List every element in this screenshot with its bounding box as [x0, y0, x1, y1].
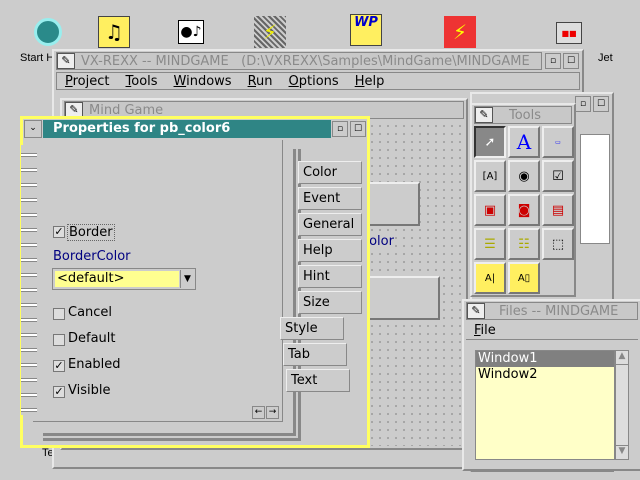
files-title-bar[interactable]: ✎ Files -- MINDGAME	[466, 302, 638, 320]
tab-color[interactable]: Color	[298, 161, 362, 184]
main-menubar: Project Tools Windows Run Options Help	[56, 72, 580, 90]
border-color-label: BorderColor	[53, 249, 131, 264]
start-here-icon[interactable]	[32, 16, 64, 48]
tools-title-bar[interactable]: ✎ Tools	[474, 106, 572, 124]
bg-minimize-button[interactable]: ▫	[575, 96, 591, 112]
bg-maximize-button[interactable]: ☐	[593, 96, 609, 112]
files-menubar: File	[466, 322, 638, 340]
canvas-push-button-2[interactable]: s	[360, 276, 440, 320]
properties-window: ⌄ Properties for pb_color6 ▫ ☐ ✓ Border …	[20, 116, 370, 448]
combobox-tool[interactable]: ☷	[508, 228, 540, 260]
combobox-dropdown-arrow[interactable]: ▼	[180, 270, 194, 288]
wp-folder-icon[interactable]: WP	[350, 14, 382, 46]
picture-tool[interactable]: ▤	[542, 194, 574, 226]
scroll-up-arrow[interactable]: ▲	[616, 351, 628, 365]
tab-text[interactable]: Text	[286, 369, 350, 392]
menu-run[interactable]: Run	[248, 74, 273, 89]
picture-button-tool[interactable]: ▣	[474, 194, 506, 226]
files-scrollbar[interactable]: ▲ ▼	[615, 350, 629, 460]
enabled-checkbox[interactable]: ✓	[53, 360, 65, 372]
menu-help[interactable]: Help	[355, 74, 385, 89]
spin-tool[interactable]: A▯	[508, 262, 540, 294]
listbox-tool[interactable]: ☰	[474, 228, 506, 260]
visible-checkbox[interactable]: ✓	[53, 386, 65, 398]
properties-system-menu[interactable]: ⌄	[24, 120, 42, 138]
menu-tools[interactable]: Tools	[126, 74, 158, 89]
border-color-value[interactable]: <default>	[55, 271, 179, 287]
default-checkbox[interactable]	[53, 334, 65, 346]
system-menu-icon[interactable]: ✎	[475, 107, 493, 123]
entry-field-tool[interactable]: ▭	[542, 126, 574, 158]
group-box-tool[interactable]: ⬚	[542, 228, 574, 260]
tab-size[interactable]: Size	[298, 291, 362, 314]
tab-event[interactable]: Event	[298, 187, 362, 210]
files-window: ✎ Files -- MINDGAME File Window1 Window2…	[462, 299, 640, 471]
minimize-button[interactable]: ▫	[545, 53, 561, 69]
system-menu-icon[interactable]: ✎	[467, 303, 485, 319]
label-tool[interactable]: A|	[474, 262, 506, 294]
page-next-arrow[interactable]: →	[266, 406, 279, 419]
border-checkbox[interactable]: ✓	[53, 226, 65, 238]
tab-hint[interactable]: Hint	[298, 265, 362, 288]
default-label[interactable]: Default	[68, 331, 116, 346]
page-prev-arrow[interactable]: ←	[252, 406, 265, 419]
border-color-combobox[interactable]: <default> ▼	[52, 268, 196, 290]
bg-inner-panel	[580, 134, 610, 244]
tools-palette: ✎ Tools ➚ A ▭ [A] ◉ ☑ ▣ ◙ ▤ ☰ ☷ ⬚ A| A▯	[470, 103, 576, 297]
menu-windows[interactable]: Windows	[174, 74, 232, 89]
printer-icon[interactable]: ■■	[556, 22, 582, 44]
menu-file[interactable]: File	[474, 323, 496, 338]
tools-title: Tools	[509, 107, 542, 123]
tab-general[interactable]: General	[298, 213, 362, 236]
system-menu-icon[interactable]: ✎	[57, 53, 75, 69]
checkbox-tool[interactable]: ☑	[542, 160, 574, 192]
scroll-down-arrow[interactable]: ▼	[616, 445, 628, 459]
border-label[interactable]: Border	[67, 224, 115, 241]
files-title: Files -- MINDGAME	[499, 303, 619, 319]
multimedia-folder-icon[interactable]: ♫	[98, 16, 130, 48]
tab-style[interactable]: Style	[280, 317, 344, 340]
sound-icon[interactable]: ●♪	[178, 20, 204, 44]
vxrexx-shadow-icon[interactable]: ⚡	[254, 16, 286, 48]
push-button-tool[interactable]: [A]	[474, 160, 506, 192]
text-tool[interactable]: A	[508, 126, 540, 158]
start-here-label: Start H	[20, 52, 55, 64]
properties-minimize-button[interactable]: ▫	[332, 121, 348, 137]
maximize-button[interactable]: ☐	[563, 53, 579, 69]
properties-title-bar[interactable]: Properties for pb_color6	[43, 120, 331, 138]
tab-tab[interactable]: Tab	[283, 343, 347, 366]
list-item-window2[interactable]: Window2	[476, 367, 614, 382]
main-title-bar[interactable]: ✎ VX-REXX -- MINDGAME (D:\VXREXX\Samples…	[56, 52, 542, 70]
vxrexx-icon[interactable]: ⚡	[444, 16, 476, 48]
printer-label: Jet	[598, 52, 613, 64]
notebook-spiral-binding	[21, 145, 37, 415]
cancel-checkbox[interactable]	[53, 308, 65, 320]
picture-radio-tool[interactable]: ◙	[508, 194, 540, 226]
pointer-tool[interactable]: ➚	[474, 126, 506, 158]
visible-label[interactable]: Visible	[68, 383, 110, 398]
radio-button-tool[interactable]: ◉	[508, 160, 540, 192]
properties-maximize-button[interactable]: ☐	[350, 121, 366, 137]
cancel-label[interactable]: Cancel	[68, 305, 112, 320]
enabled-label[interactable]: Enabled	[68, 357, 121, 372]
tab-help[interactable]: Help	[298, 239, 362, 262]
menu-options[interactable]: Options	[289, 74, 339, 89]
list-item-window1[interactable]: Window1	[476, 351, 614, 367]
menu-project[interactable]: Project	[65, 74, 110, 89]
files-listbox[interactable]: Window1 Window2	[475, 350, 615, 460]
main-title: VX-REXX -- MINDGAME (D:\VXREXX\Samples\M…	[81, 53, 530, 69]
